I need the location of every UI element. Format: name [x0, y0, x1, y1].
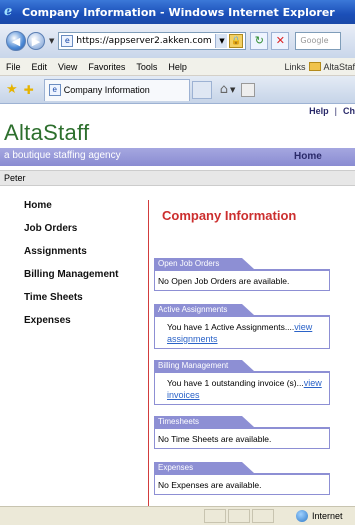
section-text: No Expenses are available. [158, 480, 262, 490]
section-text: You have 1 Active Assignments.... [167, 322, 295, 332]
internet-explorer-icon: ℯ [4, 4, 13, 19]
section-open-job-orders: Open Job Orders No Open Job Orders are a… [154, 258, 330, 291]
header-band: a boutique staffing agency Home [0, 148, 355, 166]
section-billing-management: Billing Management You have 1 outstandin… [154, 360, 330, 405]
forward-button[interactable]: ▶ [27, 32, 45, 50]
zone-label: Internet [312, 511, 343, 521]
status-bar: Internet [0, 506, 355, 525]
change-link[interactable]: Ch [343, 106, 355, 116]
tab-company-information[interactable]: e Company Information [43, 78, 190, 101]
links-label: Links [284, 61, 306, 72]
back-button[interactable]: ◀ [6, 31, 26, 51]
menu-view[interactable]: View [58, 62, 77, 72]
section-body: No Expenses are available. [154, 475, 330, 495]
site-logo[interactable]: AltaStaff [4, 122, 89, 144]
help-link[interactable]: Help [309, 106, 329, 116]
content-divider [148, 200, 149, 506]
window-title-bar: ℯ Company Information - Windows Internet… [0, 0, 355, 24]
tab-bar: ★ ✚ e Company Information ⌂ ▼ [0, 76, 355, 104]
address-url[interactable]: https://appserver2.akken.com [76, 36, 211, 46]
sidebar-item-time-sheets[interactable]: Time Sheets [24, 292, 118, 315]
section-text: You have 1 outstanding invoice (s)... [167, 378, 304, 388]
brand-tagline: a boutique staffing agency [4, 150, 121, 161]
section-header: Timesheets [154, 416, 254, 427]
section-expenses: Expenses No Expenses are available. [154, 462, 330, 495]
section-active-assignments: Active Assignments You have 1 Active Ass… [154, 304, 330, 349]
top-links-separator: | [334, 106, 337, 116]
page-icon: e [61, 35, 74, 47]
section-text: No Open Job Orders are available. [158, 276, 290, 286]
menu-help[interactable]: Help [168, 62, 187, 72]
section-body: You have 1 Active Assignments....view as… [154, 317, 330, 349]
section-header: Active Assignments [154, 304, 254, 315]
status-cell [228, 509, 250, 523]
security-zone[interactable]: Internet [296, 510, 343, 522]
page-icon: e [48, 84, 61, 96]
favorites-star-icon[interactable]: ★ [6, 82, 18, 97]
section-header: Open Job Orders [154, 258, 254, 269]
sidebar-nav: Home Job Orders Assignments Billing Mana… [24, 200, 118, 338]
address-toolbar: ◀ ▶ ▼ e https://appserver2.akken.com ▼ 🔒… [0, 24, 355, 58]
user-bar: Peter [0, 170, 355, 186]
status-cell [252, 509, 274, 523]
section-body: You have 1 outstanding invoice (s)...vie… [154, 373, 330, 405]
top-links: Help | Ch [309, 106, 355, 116]
menu-bar: File Edit View Favorites Tools Help Link… [0, 58, 355, 76]
section-header: Expenses [154, 462, 254, 473]
section-header: Billing Management [154, 360, 254, 371]
tab-title: Company Information [63, 85, 150, 95]
menu-edit[interactable]: Edit [32, 62, 48, 72]
home-dropdown-icon[interactable]: ▼ [230, 86, 235, 94]
page-title: Company Information [162, 208, 297, 223]
menu-tools[interactable]: Tools [136, 62, 157, 72]
user-name: Peter [4, 173, 26, 183]
sidebar-item-assignments[interactable]: Assignments [24, 246, 118, 269]
history-dropdown-icon[interactable]: ▼ [49, 37, 54, 45]
brand-name: AltaStaff [4, 120, 90, 145]
section-timesheets: Timesheets No Time Sheets are available. [154, 416, 330, 449]
add-favorite-icon[interactable]: ✚ [24, 83, 34, 97]
menu-file[interactable]: File [6, 62, 21, 72]
links-toolbar[interactable]: Links AltaStaf [284, 62, 355, 72]
section-text: No Time Sheets are available. [158, 434, 272, 444]
window-title: Company Information - Windows Internet E… [22, 5, 335, 19]
search-input[interactable]: Google [295, 32, 342, 50]
section-body: No Open Job Orders are available. [154, 271, 330, 291]
sidebar-item-home[interactable]: Home [24, 200, 118, 223]
menu-favorites[interactable]: Favorites [88, 62, 125, 72]
refresh-button[interactable]: ↻ [250, 32, 269, 50]
sidebar-item-billing-management[interactable]: Billing Management [24, 269, 118, 292]
folder-icon [309, 62, 322, 71]
status-cell [204, 509, 226, 523]
address-bar[interactable]: e https://appserver2.akken.com ▼ 🔒 [58, 32, 247, 50]
links-folder-label[interactable]: AltaStaf [323, 62, 355, 72]
sidebar-item-expenses[interactable]: Expenses [24, 315, 118, 338]
web-page: Help | Ch AltaStaff a boutique staffing ag… [0, 104, 355, 506]
globe-icon [296, 510, 308, 522]
sidebar-item-job-orders[interactable]: Job Orders [24, 223, 118, 246]
address-dropdown-icon[interactable]: ▼ [215, 34, 228, 48]
lock-icon[interactable]: 🔒 [229, 34, 244, 48]
stop-button[interactable]: ✕ [271, 32, 290, 50]
home-icon[interactable]: ⌂ [220, 82, 228, 97]
new-tab-button[interactable] [191, 80, 212, 99]
header-home-link[interactable]: Home [294, 151, 322, 162]
section-body: No Time Sheets are available. [154, 429, 330, 449]
feeds-icon[interactable] [241, 82, 256, 97]
